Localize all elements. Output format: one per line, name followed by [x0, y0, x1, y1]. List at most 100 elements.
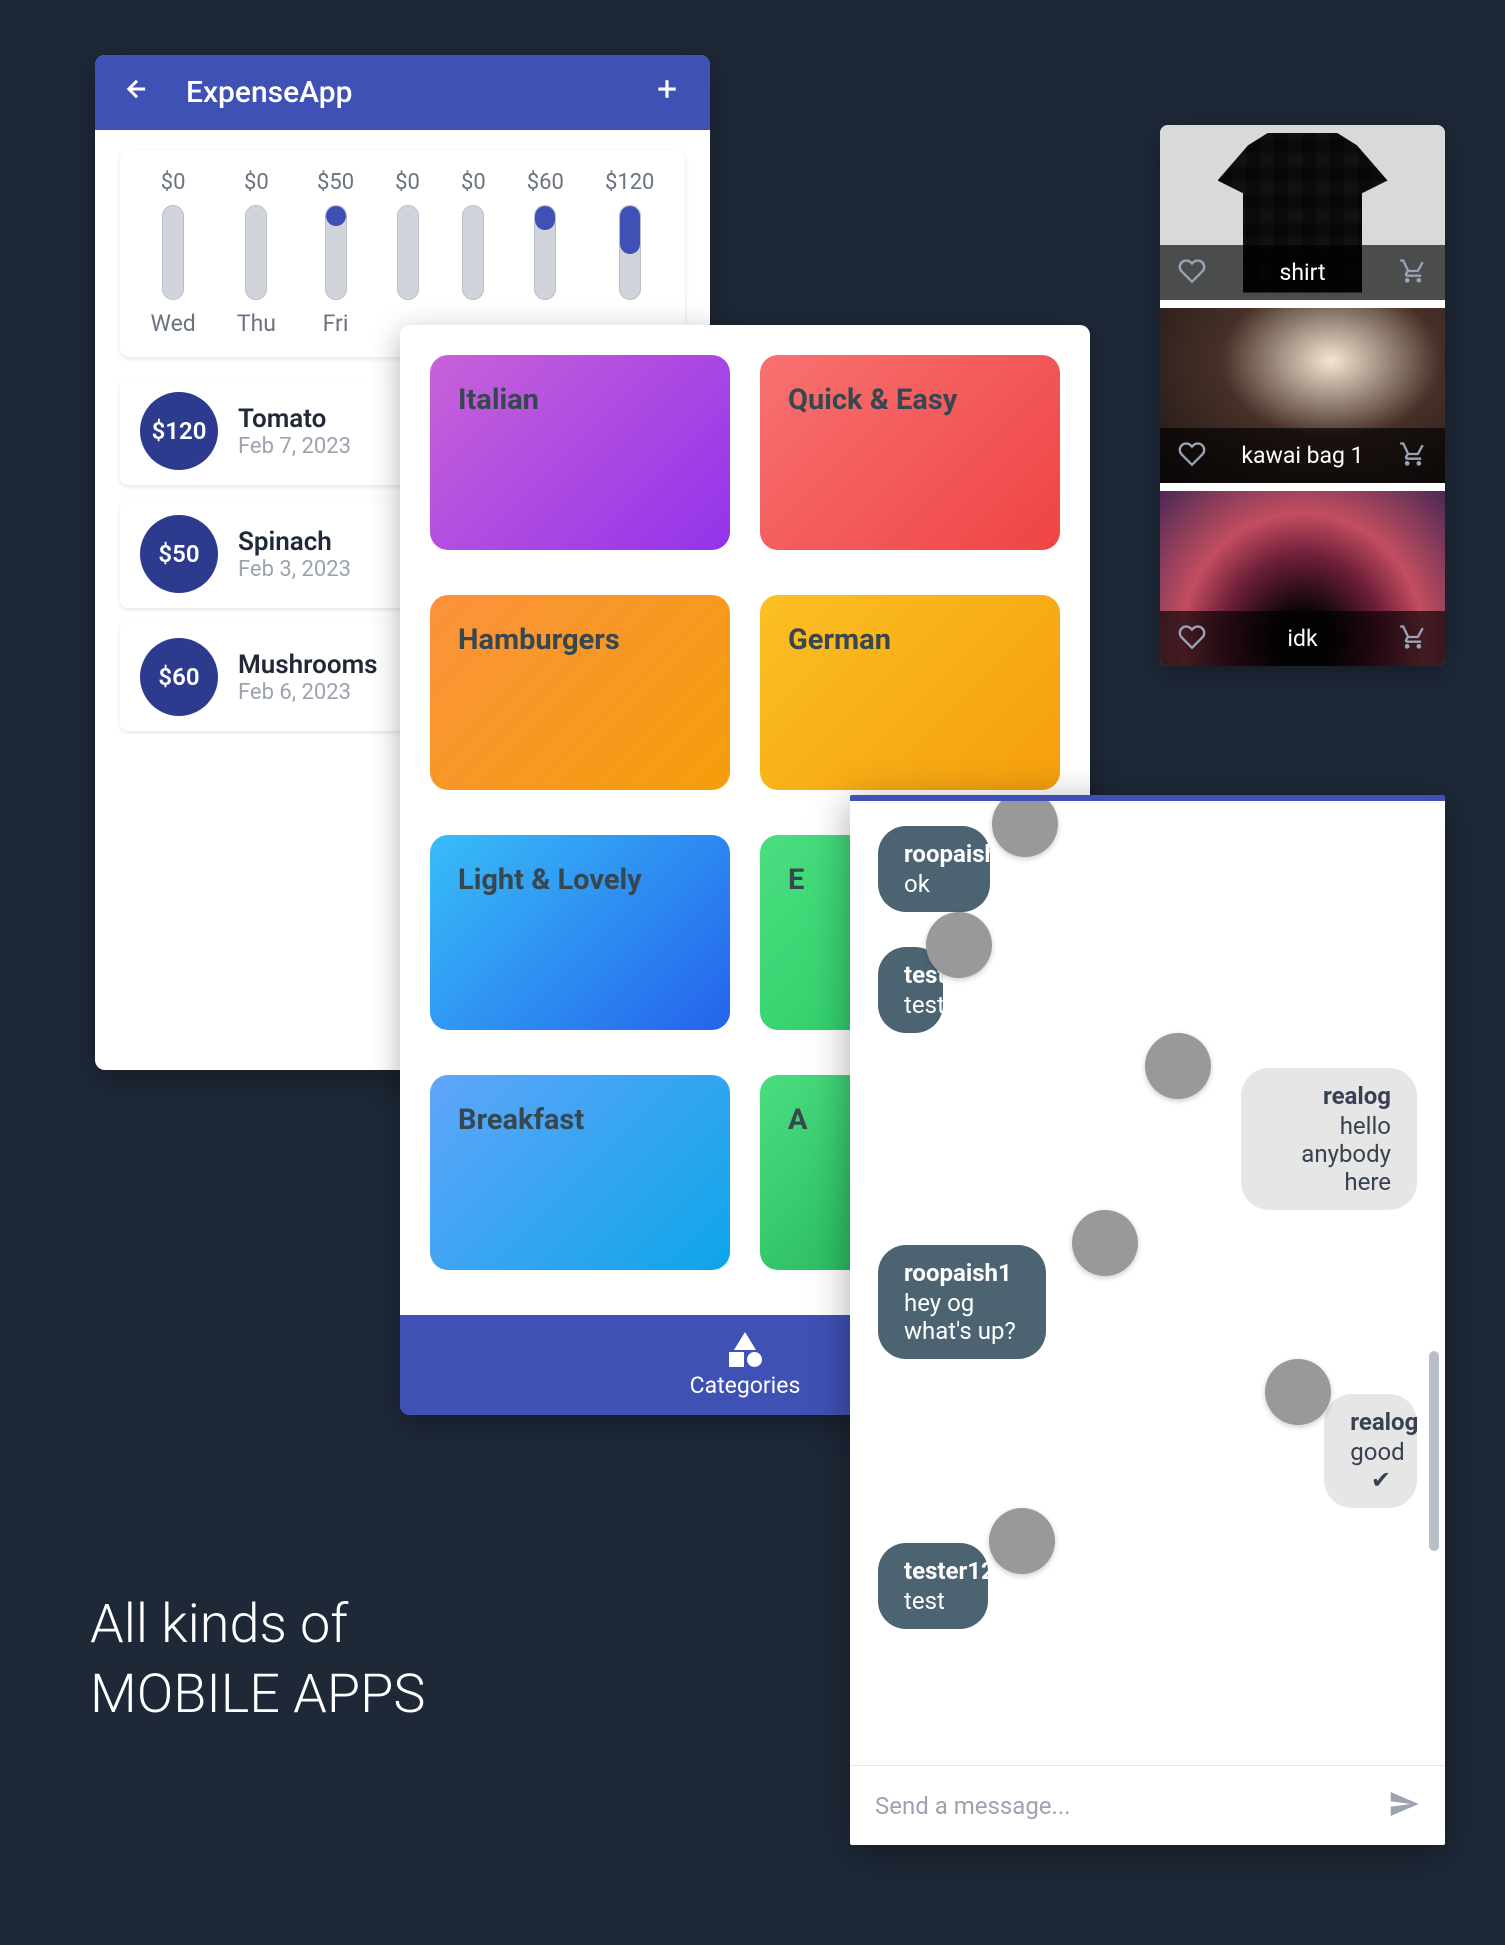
- expense-name: Mushrooms: [238, 650, 378, 680]
- expense-date: Feb 7, 2023: [238, 434, 351, 459]
- chart-day: Wed: [151, 310, 196, 337]
- message-user: tester123: [904, 1557, 962, 1585]
- cart-icon[interactable]: [1399, 623, 1427, 655]
- avatar[interactable]: [989, 1508, 1055, 1574]
- add-icon[interactable]: [652, 74, 682, 112]
- scrollbar[interactable]: [1429, 1351, 1439, 1551]
- category-tile[interactable]: Breakfast: [430, 1075, 730, 1270]
- message-text: test: [904, 1587, 962, 1615]
- chat-message: test test: [878, 947, 1417, 1033]
- tagline-line2: MOBILE APPS: [90, 1660, 425, 1730]
- chart-bar: [162, 205, 184, 300]
- category-tile[interactable]: Light & Lovely: [430, 835, 730, 1030]
- heart-icon[interactable]: [1178, 440, 1206, 472]
- expense-name: Spinach: [238, 527, 351, 557]
- product-bar: idk: [1160, 611, 1445, 666]
- message-user: realog: [1350, 1408, 1391, 1436]
- chart-amount: $50: [317, 170, 354, 195]
- nav-label: Categories: [690, 1372, 801, 1399]
- chart-column: $0 Wed: [151, 170, 196, 337]
- message-bubble: realog good ✔: [1324, 1394, 1417, 1508]
- message-user: test: [904, 961, 917, 989]
- tagline-line1: All kinds of: [90, 1590, 425, 1660]
- message-user: roopaish1: [904, 1259, 1020, 1287]
- expense-amount-badge: $50: [140, 515, 218, 593]
- chart-amount: $0: [244, 170, 269, 195]
- message-text: hello anybody here: [1267, 1112, 1391, 1196]
- shop-item[interactable]: idk: [1160, 491, 1445, 666]
- message-bubble: roopaish1 ok: [878, 826, 990, 912]
- chat-messages: roopaish1 ok test test realog hello anyb…: [850, 801, 1445, 1765]
- message-text: good ✔: [1350, 1438, 1391, 1494]
- expense-name: Tomato: [238, 404, 351, 434]
- chart-column: $60: [527, 170, 564, 337]
- chart-column: $0 Thu: [237, 170, 276, 337]
- chart-bar: [325, 205, 347, 300]
- message-text: hey og what's up?: [904, 1289, 1020, 1345]
- chart-day: Thu: [237, 310, 276, 337]
- product-image: idk: [1160, 491, 1445, 666]
- message-bubble: roopaish1 hey og what's up?: [878, 1245, 1046, 1359]
- product-title: shirt: [1279, 259, 1325, 286]
- expense-amount-badge: $120: [140, 392, 218, 470]
- chart-amount: $60: [527, 170, 564, 195]
- category-tile[interactable]: Hamburgers: [430, 595, 730, 790]
- chart-column: $50 Fri: [317, 170, 354, 337]
- expense-date: Feb 3, 2023: [238, 557, 351, 582]
- expense-date: Feb 6, 2023: [238, 680, 378, 705]
- expense-header: ExpenseApp: [95, 55, 710, 130]
- back-icon[interactable]: [123, 75, 151, 111]
- chart-bar: [245, 205, 267, 300]
- message-bubble: tester123 test: [878, 1543, 988, 1629]
- avatar[interactable]: [1265, 1359, 1331, 1425]
- cart-icon[interactable]: [1399, 257, 1427, 289]
- shop-app-screen: shirt kawai bag 1 idk: [1160, 125, 1445, 666]
- chart-column: $0: [461, 170, 486, 337]
- product-title: idk: [1287, 625, 1317, 652]
- heart-icon[interactable]: [1178, 257, 1206, 289]
- chart-amount: $0: [395, 170, 420, 195]
- category-tile[interactable]: German: [760, 595, 1060, 790]
- product-bar: kawai bag 1: [1160, 428, 1445, 483]
- chat-app-screen: roopaish1 ok test test realog hello anyb…: [850, 795, 1445, 1845]
- product-bar: shirt: [1160, 245, 1445, 300]
- chart-bar: [619, 205, 641, 300]
- product-image: shirt: [1160, 125, 1445, 300]
- chart-amount: $0: [461, 170, 486, 195]
- chart-bar: [397, 205, 419, 300]
- chat-message: roopaish1 ok: [878, 826, 1417, 912]
- chart-bar: [462, 205, 484, 300]
- send-icon[interactable]: [1388, 1788, 1420, 1824]
- app-title: ExpenseApp: [186, 75, 353, 110]
- chart-bar: [534, 205, 556, 300]
- chat-message: tester123 test: [878, 1543, 1417, 1629]
- chart-day: Fri: [323, 310, 349, 337]
- message-text: test: [904, 991, 917, 1019]
- chart-column: $120: [605, 170, 654, 337]
- message-input[interactable]: [875, 1792, 1373, 1820]
- product-image: kawai bag 1: [1160, 308, 1445, 483]
- chart-amount: $0: [161, 170, 186, 195]
- chart-amount: $120: [605, 170, 654, 195]
- expense-amount-badge: $60: [140, 638, 218, 716]
- category-tile[interactable]: Italian: [430, 355, 730, 550]
- cart-icon[interactable]: [1399, 440, 1427, 472]
- category-tile[interactable]: Quick & Easy: [760, 355, 1060, 550]
- avatar[interactable]: [926, 912, 992, 978]
- message-bubble: realog hello anybody here: [1241, 1068, 1417, 1210]
- message-user: roopaish1: [904, 840, 964, 868]
- chat-input-bar: [850, 1765, 1445, 1845]
- chart-column: $0: [395, 170, 420, 337]
- shop-item[interactable]: shirt: [1160, 125, 1445, 300]
- avatar[interactable]: [1072, 1210, 1138, 1276]
- heart-icon[interactable]: [1178, 623, 1206, 655]
- message-text: ok: [904, 870, 964, 898]
- categories-icon: [729, 1332, 762, 1367]
- avatar[interactable]: [1145, 1033, 1211, 1099]
- chat-message: roopaish1 hey og what's up?: [878, 1245, 1417, 1359]
- message-user: realog: [1267, 1082, 1391, 1110]
- shop-item[interactable]: kawai bag 1: [1160, 308, 1445, 483]
- chat-message: realog good ✔: [878, 1394, 1417, 1508]
- tagline: All kinds of MOBILE APPS: [90, 1590, 425, 1730]
- product-title: kawai bag 1: [1241, 442, 1363, 469]
